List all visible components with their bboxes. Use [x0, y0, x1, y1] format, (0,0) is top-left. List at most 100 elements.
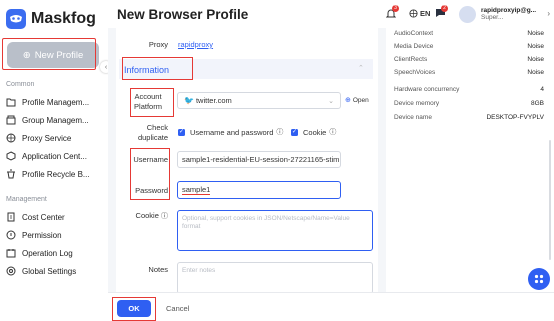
sidebar-item-label: Cost Center	[22, 212, 65, 222]
fingerprint-value: Noise	[527, 69, 544, 76]
user-name: rapidproxyip@g...	[481, 7, 537, 14]
sidebar: Maskfog ⊕ New Profile ‹ Common Profile M…	[0, 0, 112, 321]
fingerprint-row: Media Device Noise	[394, 41, 544, 52]
globe-icon	[6, 133, 16, 143]
group-icon	[6, 115, 16, 125]
app-icon	[6, 151, 16, 161]
cookie-label: Cookie ⓘ	[134, 211, 168, 221]
sidebar-item-label: Application Cent...	[22, 151, 87, 161]
account-platform-label-line1: Account	[134, 92, 162, 101]
scrollbar[interactable]	[549, 140, 551, 260]
sidebar-item-label: Proxy Service	[22, 133, 72, 143]
sidebar-item-group-management[interactable]: Group Managem...	[6, 113, 106, 127]
fingerprint-row: ClientRects Noise	[394, 54, 544, 65]
logo-icon	[6, 9, 26, 29]
fingerprint-row: SpeechVoices Noise	[394, 67, 544, 78]
plus-circle-icon: ⊕	[345, 97, 351, 104]
sidebar-item-permission[interactable]: Permission	[6, 228, 106, 242]
ok-button[interactable]: OK	[117, 300, 151, 317]
fingerprint-key: SpeechVoices	[394, 69, 436, 76]
password-label: Password	[135, 186, 168, 195]
account-platform-label-line2: Platform	[134, 102, 162, 111]
fingerprint-key: ClientRects	[394, 56, 428, 63]
account-platform-label: Account Platform	[128, 92, 168, 112]
apps-float-button[interactable]	[528, 268, 550, 290]
cookie-textarea[interactable]: Optional, support cookies in JSON/Netsca…	[177, 210, 373, 251]
fingerprint-value: DESKTOP-FVYPLV	[486, 114, 544, 121]
new-profile-label: New Profile	[34, 49, 84, 61]
cancel-button[interactable]: Cancel	[166, 304, 189, 313]
fingerprint-key: Media Device	[394, 43, 434, 50]
sidebar-item-global-settings[interactable]: Global Settings	[6, 264, 106, 278]
new-profile-button[interactable]: ⊕ New Profile	[7, 42, 99, 68]
sidebar-item-profile-management[interactable]: Profile Managem...	[6, 95, 106, 109]
checkbox-checked-icon: ✓	[178, 128, 185, 136]
proxy-link[interactable]: rapidproxy	[178, 40, 213, 49]
document-icon	[7, 212, 15, 222]
sidebar-item-proxy-service[interactable]: Proxy Service	[6, 131, 106, 145]
sidebar-item-label: Global Settings	[22, 266, 77, 276]
notes-textarea[interactable]: Enter notes	[177, 262, 373, 294]
language-label: EN	[420, 9, 431, 18]
sidebar-item-label: Profile Managem...	[22, 97, 90, 107]
user-menu[interactable]: rapidproxyip@g... Super... ›	[455, 2, 552, 26]
fingerprint-key: AudioContext	[394, 30, 434, 37]
password-value: sample1	[182, 185, 211, 195]
trash-icon	[7, 169, 15, 179]
user-role: Super...	[481, 14, 504, 21]
fingerprint-value: Noise	[527, 43, 544, 50]
sidebar-item-operation-log[interactable]: Operation Log	[6, 246, 106, 260]
page-title: New Browser Profile	[117, 7, 249, 22]
section-management: Management	[6, 196, 47, 203]
fingerprint-row: Device name DESKTOP-FVYPLV	[394, 112, 544, 123]
sidebar-item-label: Group Managem...	[22, 115, 89, 125]
information-section-title: Information	[124, 65, 170, 75]
chevron-up-icon[interactable]: ⌃	[358, 64, 364, 72]
sidebar-item-cost-center[interactable]: Cost Center	[6, 210, 106, 224]
fingerprint-row: Device memory 8GB	[394, 98, 544, 109]
fingerprint-value: 4	[540, 86, 544, 93]
notification-badge: 3	[392, 5, 399, 12]
password-input[interactable]: sample1	[177, 181, 341, 199]
folder-icon	[6, 98, 16, 107]
info-icon[interactable]: ⓘ	[329, 127, 336, 137]
notes-label: Notes	[148, 265, 168, 274]
check-duplicate-label-line1: Check	[146, 123, 168, 132]
check-username-password[interactable]: ✓ Username and password ⓘ	[178, 127, 283, 137]
info-icon[interactable]: ⓘ	[161, 213, 168, 220]
sidebar-item-label: Profile Recycle B...	[22, 169, 90, 179]
header: New Browser Profile 3 EN 2 rapidproxyip@…	[108, 0, 554, 28]
fingerprint-value: Noise	[527, 30, 544, 37]
logo: Maskfog	[6, 9, 96, 29]
fingerprint-row: AudioContext Noise	[394, 28, 544, 39]
check-cookie[interactable]: ✓ Cookie ⓘ	[291, 127, 336, 137]
language-switcher[interactable]: EN	[409, 9, 430, 18]
sidebar-item-application-center[interactable]: Application Cent...	[6, 149, 106, 163]
avatar	[459, 5, 476, 23]
account-platform-value: twitter.com	[195, 96, 232, 105]
check-duplicate-label-line2: duplicate	[137, 133, 168, 142]
brand-name: Maskfog	[31, 10, 96, 27]
grid-icon	[534, 274, 544, 284]
globe-icon	[409, 9, 418, 18]
cookie-label-text: Cookie	[135, 211, 159, 220]
fingerprint-key: Device memory	[394, 100, 440, 107]
username-input[interactable]: sample1-residential-EU-session-27221165-…	[177, 151, 341, 168]
check-username-password-label: Username and password	[190, 127, 274, 137]
sidebar-item-recycle-bin[interactable]: Profile Recycle B...	[6, 167, 106, 181]
account-platform-select[interactable]: 🐦 twitter.com ⌄	[177, 92, 341, 109]
log-icon	[6, 249, 16, 258]
checkbox-checked-icon: ✓	[291, 128, 298, 136]
check-cookie-label: Cookie	[303, 127, 327, 137]
check-duplicate-label: Check duplicate	[132, 123, 168, 143]
fingerprint-value: Noise	[527, 56, 544, 63]
open-platform-button[interactable]: ⊕ Open	[345, 96, 369, 105]
sidebar-item-label: Operation Log	[22, 248, 73, 258]
gear-icon	[6, 266, 16, 276]
fingerprint-key: Device name	[394, 114, 432, 121]
username-label: Username	[133, 155, 168, 164]
shield-icon	[6, 230, 16, 240]
chevron-down-icon: ⌄	[328, 97, 334, 105]
proxy-label: Proxy	[148, 40, 168, 49]
info-icon[interactable]: ⓘ	[276, 127, 283, 137]
